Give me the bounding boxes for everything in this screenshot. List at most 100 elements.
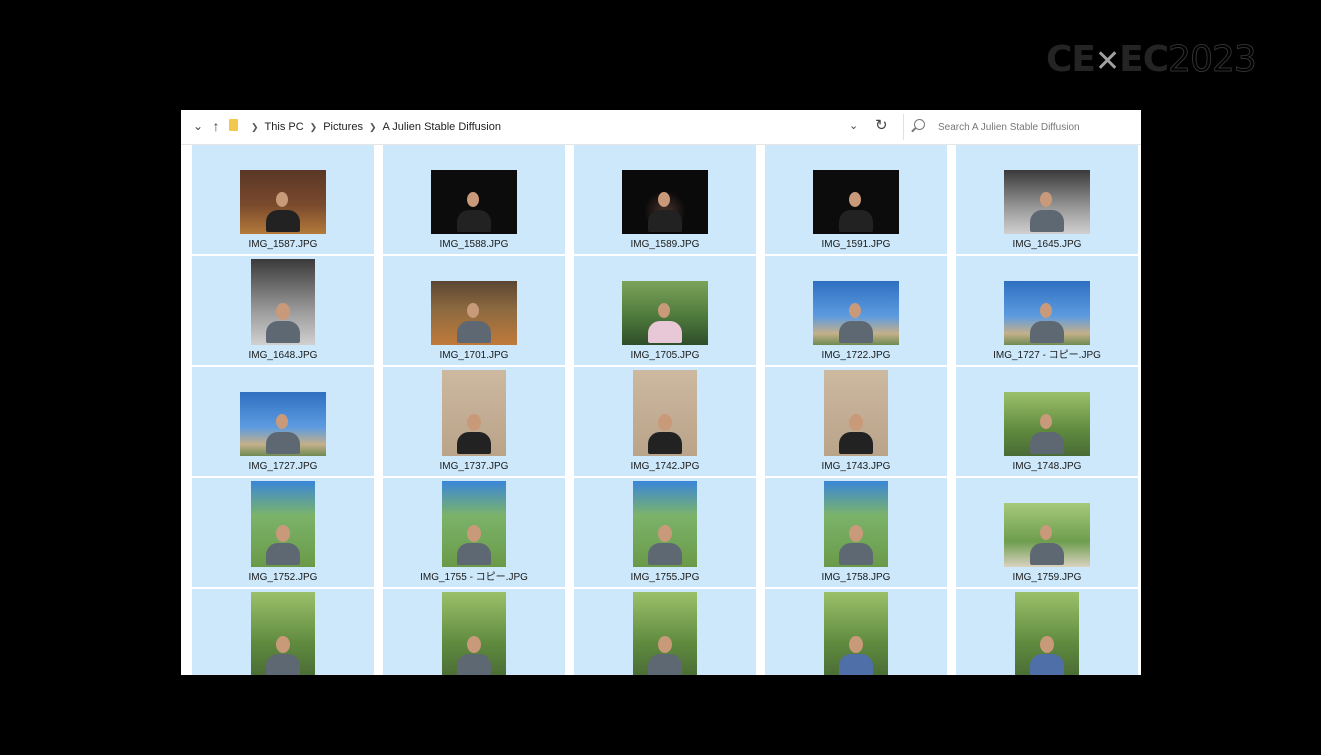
breadcrumb-this-pc[interactable]: This PC (265, 121, 304, 133)
photo-subject (645, 281, 685, 345)
file-item[interactable]: IMG_1760.JPG (192, 589, 374, 675)
file-item[interactable]: IMG_1743.JPG (765, 367, 947, 476)
file-name: IMG_1705.JPG (630, 350, 700, 361)
file-item[interactable]: IMG_1737.JPG (383, 367, 565, 476)
file-thumbnail (442, 370, 506, 456)
photo-subject (263, 392, 303, 456)
chevron-down-icon[interactable]: ⌄ (189, 117, 207, 135)
chevron-right-icon[interactable]: ❯ (251, 122, 259, 133)
file-thumbnail (431, 281, 517, 345)
photo-subject (263, 170, 303, 234)
chevron-right-icon[interactable]: ❯ (310, 122, 318, 133)
file-item[interactable]: IMG_1755.JPG (574, 478, 756, 587)
folder-icon (229, 119, 238, 131)
file-name: IMG_1755.JPG (630, 572, 700, 583)
photo-subject (454, 281, 494, 345)
file-name: IMG_1737.JPG (439, 461, 509, 472)
file-item[interactable]: IMG_1727.JPG (192, 367, 374, 476)
file-thumbnail (251, 481, 315, 567)
file-name: IMG_1752.JPG (248, 572, 318, 583)
photo-subject (454, 170, 494, 234)
address-bar: ⌄ ↑ ❯ This PC ❯ Pictures ❯ A Julien Stab… (181, 110, 1141, 145)
file-item[interactable]: IMG_1758.JPG (765, 478, 947, 587)
event-logo: CE✕EC2023 (1046, 39, 1257, 80)
arrow-up-icon[interactable]: ↑ (207, 117, 225, 135)
photo-subject (1027, 592, 1067, 675)
file-item[interactable]: IMG_1752.JPG (192, 478, 374, 587)
file-item[interactable]: IMG_1722.JPG (765, 256, 947, 365)
file-item[interactable]: IMG_1588.JPG (383, 145, 565, 254)
file-item[interactable]: IMG_1589.JPG (574, 145, 756, 254)
file-item[interactable]: IMG_1645.JPG (956, 145, 1138, 254)
file-item[interactable]: IMG_1587.JPG (192, 145, 374, 254)
file-thumbnail (824, 592, 888, 675)
file-name: IMG_1701.JPG (439, 350, 509, 361)
file-thumbnail (633, 481, 697, 567)
search-input[interactable]: Search A Julien Stable Diffusion (903, 114, 1139, 140)
file-thumbnail (622, 170, 708, 234)
file-item[interactable]: IMG_1759.JPG (956, 478, 1138, 587)
file-item[interactable]: IMG_1705.JPG (574, 256, 756, 365)
photo-subject (836, 281, 876, 345)
file-name: IMG_1759.JPG (1012, 572, 1082, 583)
file-thumbnail (1004, 392, 1090, 456)
file-thumbnail (1004, 503, 1090, 567)
file-grid: IMG_1587.JPG IMG_1588.JPG IMG_1589.JPG IMG_… (192, 145, 1141, 675)
photo-subject (454, 481, 494, 567)
file-name: IMG_1743.JPG (821, 461, 891, 472)
file-item[interactable]: IMG_1742.JPG (574, 367, 756, 476)
file-name: IMG_1722.JPG (821, 350, 891, 361)
file-item[interactable]: IMG_1748.JPG (956, 367, 1138, 476)
file-item[interactable]: IMG_1777.JPG (765, 589, 947, 675)
file-name: IMG_1648.JPG (248, 350, 318, 361)
file-thumbnail (1004, 170, 1090, 234)
photo-subject (263, 259, 303, 345)
photo-subject (454, 592, 494, 675)
photo-subject (645, 592, 685, 675)
file-item[interactable]: IMG_1767.JPG (383, 589, 565, 675)
file-name: IMG_1758.JPG (821, 572, 891, 583)
search-icon (914, 119, 925, 130)
photo-subject (645, 481, 685, 567)
file-thumbnail (442, 481, 506, 567)
chevron-right-icon[interactable]: ❯ (369, 122, 377, 133)
breadcrumb-current-folder[interactable]: A Julien Stable Diffusion (383, 121, 501, 133)
file-item[interactable]: IMG_1755 - コピー.JPG (383, 478, 565, 587)
file-name: IMG_1748.JPG (1012, 461, 1082, 472)
file-thumbnail (824, 370, 888, 456)
file-item[interactable]: IMG_1591.JPG (765, 145, 947, 254)
file-item[interactable]: IMG_1772.JPG (574, 589, 756, 675)
photo-subject (1027, 170, 1067, 234)
file-thumbnail (813, 281, 899, 345)
search-placeholder: Search A Julien Stable Diffusion (938, 122, 1080, 133)
file-thumbnail (633, 592, 697, 675)
file-thumbnail (240, 170, 326, 234)
file-explorer-window: ⌄ ↑ ❯ This PC ❯ Pictures ❯ A Julien Stab… (181, 110, 1141, 675)
file-name: IMG_1645.JPG (1012, 239, 1082, 250)
file-item[interactable]: IMG_1727 - コピー.JPG (956, 256, 1138, 365)
file-thumbnail (442, 592, 506, 675)
file-thumbnail (431, 170, 517, 234)
photo-subject (1027, 392, 1067, 456)
file-thumbnail (622, 281, 708, 345)
file-thumbnail (1015, 592, 1079, 675)
photo-subject (645, 170, 685, 234)
breadcrumb-pictures[interactable]: Pictures (323, 121, 363, 133)
file-name: IMG_1589.JPG (630, 239, 700, 250)
refresh-icon[interactable]: ↻ (875, 116, 888, 134)
photo-subject (836, 592, 876, 675)
photo-subject (263, 592, 303, 675)
history-dropdown-icon[interactable]: ⌄ (849, 119, 858, 132)
file-thumbnail (824, 481, 888, 567)
file-item[interactable]: IMG_1648.JPG (192, 256, 374, 365)
file-thumbnail (240, 392, 326, 456)
file-item[interactable]: IMG_1778.JPG (956, 589, 1138, 675)
photo-subject (1027, 281, 1067, 345)
file-item[interactable]: IMG_1701.JPG (383, 256, 565, 365)
file-thumbnail (1004, 281, 1090, 345)
file-name: IMG_1727 - コピー.JPG (993, 350, 1101, 361)
photo-subject (836, 481, 876, 567)
file-name: IMG_1755 - コピー.JPG (420, 572, 528, 583)
file-thumbnail (633, 370, 697, 456)
file-name: IMG_1591.JPG (821, 239, 891, 250)
